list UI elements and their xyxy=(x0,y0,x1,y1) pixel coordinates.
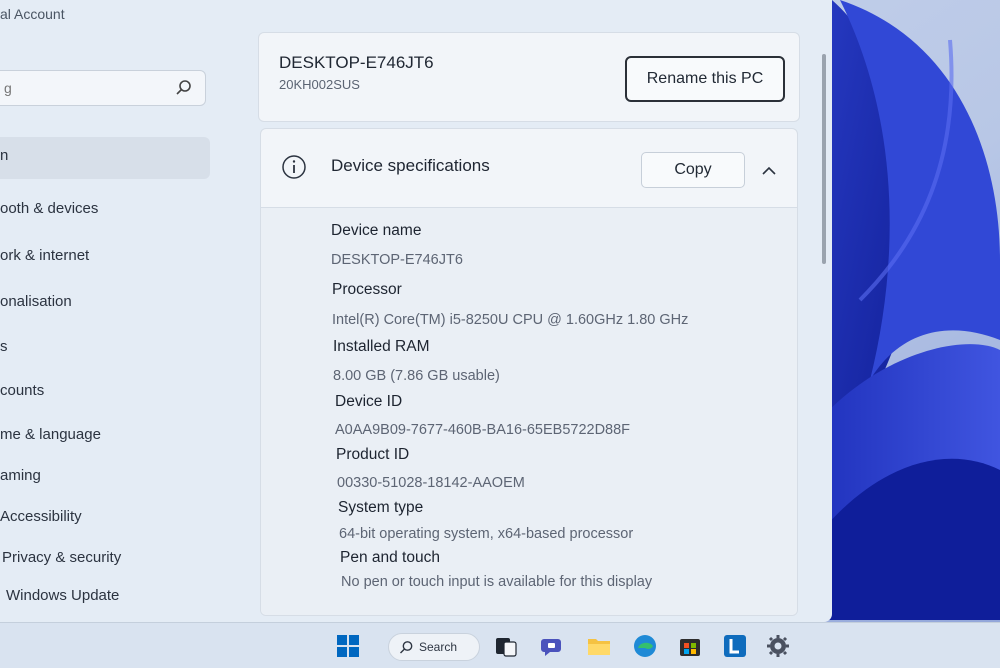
spec-value-device-id: A0AA9B09-7677-460B-BA16-65EB5722D88F xyxy=(335,422,631,438)
settings-gear-icon[interactable] xyxy=(765,633,791,659)
chevron-up-icon[interactable] xyxy=(757,159,781,183)
edge-browser-icon[interactable] xyxy=(632,633,658,659)
vertical-scrollbar[interactable] xyxy=(822,54,826,264)
spec-value-device-name: DESKTOP-E746JT6 xyxy=(331,252,463,268)
spec-label-device-id: Device ID xyxy=(335,393,403,410)
spec-label-pen-touch: Pen and touch xyxy=(340,549,440,566)
device-specifications-card: Device specifications Copy Device name D… xyxy=(260,128,798,616)
spec-label-device-name: Device name xyxy=(331,222,422,239)
sidebar-item-network[interactable]: ork & internet xyxy=(0,247,89,264)
taskbar: Search xyxy=(0,622,1000,668)
spec-label-system-type: System type xyxy=(338,499,424,516)
chat-icon[interactable] xyxy=(540,633,566,659)
settings-search-input[interactable] xyxy=(0,71,166,105)
copy-button[interactable]: Copy xyxy=(641,152,745,188)
sidebar-item-apps[interactable]: s xyxy=(0,338,8,355)
sidebar-item-time-language[interactable]: me & language xyxy=(0,426,101,443)
sidebar-item-windows-update[interactable]: Windows Update xyxy=(6,587,119,604)
spec-value-system-type: 64-bit operating system, x64-based proce… xyxy=(339,526,634,542)
sidebar-item-bluetooth[interactable]: ooth & devices xyxy=(0,200,98,217)
spec-label-product-id: Product ID xyxy=(336,446,410,463)
app-l-icon[interactable] xyxy=(722,633,748,659)
spec-value-processor: Intel(R) Core(TM) i5-8250U CPU @ 1.60GHz… xyxy=(332,312,689,328)
spec-value-installed-ram: 8.00 GB (7.86 GB usable) xyxy=(333,368,500,384)
sidebar-item-system[interactable]: n xyxy=(0,147,8,164)
spec-value-product-id: 00330-51028-18142-AAOEM xyxy=(337,475,525,491)
pc-model: 20KH002SUS xyxy=(279,77,360,92)
search-icon[interactable] xyxy=(175,79,193,97)
account-label: al Account xyxy=(0,6,65,22)
sidebar-item-privacy-security[interactable]: Privacy & security xyxy=(2,549,121,566)
sidebar-item-gaming[interactable]: aming xyxy=(0,467,41,484)
info-icon xyxy=(282,155,306,179)
windows-start-icon[interactable] xyxy=(335,633,361,659)
sidebar-item-accounts[interactable]: counts xyxy=(0,382,44,399)
file-explorer-icon[interactable] xyxy=(586,633,612,659)
settings-search-box[interactable] xyxy=(0,70,206,106)
device-specifications-body: Device name DESKTOP-E746JT6 Processor In… xyxy=(261,208,797,615)
spec-label-installed-ram: Installed RAM xyxy=(333,338,430,355)
spec-value-pen-touch: No pen or touch input is available for t… xyxy=(341,574,653,590)
device-specifications-header[interactable]: Device specifications Copy xyxy=(261,129,797,208)
sidebar-item-personalisation[interactable]: onalisation xyxy=(0,293,72,310)
store-icon[interactable] xyxy=(677,633,703,659)
device-specifications-title: Device specifications xyxy=(331,156,490,175)
sidebar-item-accessibility[interactable]: Accessibility xyxy=(0,508,82,525)
nav-selected-highlight xyxy=(0,137,210,179)
rename-pc-button[interactable]: Rename this PC xyxy=(625,56,785,102)
search-icon xyxy=(400,641,413,654)
settings-window: al Account n ooth & devices ork & intern… xyxy=(0,0,832,622)
pc-name-card: DESKTOP-E746JT6 20KH002SUS Rename this P… xyxy=(258,32,800,122)
spec-label-processor: Processor xyxy=(332,281,402,298)
pc-name: DESKTOP-E746JT6 xyxy=(279,53,434,72)
taskbar-search-label: Search xyxy=(419,640,458,654)
task-view-icon[interactable] xyxy=(493,633,519,659)
taskbar-search-button[interactable]: Search xyxy=(388,633,480,661)
